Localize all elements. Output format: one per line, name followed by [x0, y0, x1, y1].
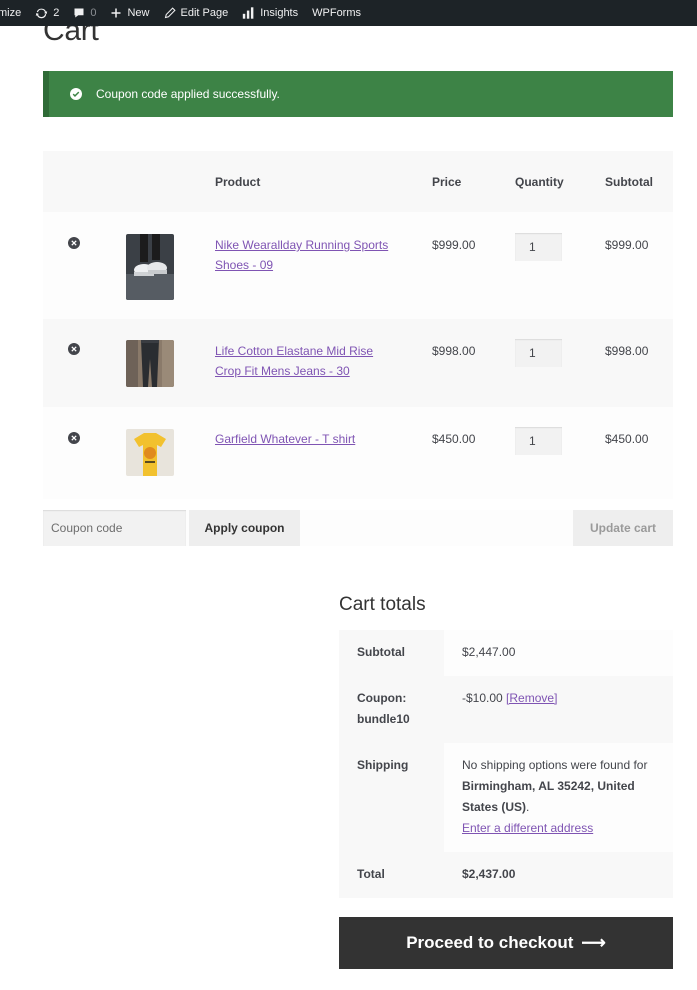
- product-link[interactable]: Life Cotton Elastane Mid Rise Crop Fit M…: [215, 341, 395, 381]
- coupon-label-prefix: Coupon:: [357, 691, 407, 705]
- comments-count: 0: [90, 7, 97, 19]
- item-subtotal: $450.00: [605, 432, 649, 446]
- total-value: $2,437.00: [444, 852, 673, 898]
- item-subtotal: $998.00: [605, 344, 649, 358]
- header-subtotal: Subtotal: [605, 175, 653, 189]
- coupon-value-cell: -$10.00 [Remove]: [444, 676, 673, 743]
- item-price: $450.00: [432, 432, 476, 446]
- item-price: $999.00: [432, 238, 476, 252]
- proceed-to-checkout-button[interactable]: Proceed to checkout ⟶: [339, 917, 673, 969]
- shipping-message: No shipping options were found for: [462, 758, 648, 772]
- header-quantity: Quantity: [515, 175, 564, 189]
- apply-coupon-button[interactable]: Apply coupon: [189, 510, 300, 546]
- remove-item-icon[interactable]: [68, 343, 80, 355]
- cart-totals-title: Cart totals: [339, 594, 426, 615]
- edit-page-label: Edit Page: [180, 7, 229, 19]
- updates-count: 2: [53, 7, 60, 19]
- totals-coupon-row: Coupon: bundle10 -$10.00 [Remove]: [339, 676, 673, 743]
- item-subtotal: $999.00: [605, 238, 649, 252]
- totals-total-row: Total $2,437.00: [339, 852, 673, 898]
- shipping-value-cell: No shipping options were found for Birmi…: [444, 743, 673, 852]
- bar-chart-icon: [243, 7, 254, 19]
- cart-item-row: Garfield Whatever - T shirt $450.00 $450…: [43, 407, 673, 499]
- notice-message: Coupon code applied successfully.: [96, 87, 280, 101]
- quantity-input[interactable]: [515, 427, 562, 455]
- cart-item-row: Nike Wearallday Running Sports Shoes - 0…: [43, 212, 673, 319]
- check-circle-icon: [70, 88, 82, 100]
- comment-icon: [74, 8, 84, 18]
- checkout-label: Proceed to checkout: [406, 933, 574, 952]
- product-thumbnail-shoes[interactable]: [126, 234, 174, 300]
- quantity-input[interactable]: [515, 233, 562, 261]
- totals-shipping-row: Shipping No shipping options were found …: [339, 743, 673, 852]
- insights-label: Insights: [260, 7, 299, 19]
- cart-table: Product Price Quantity Subtotal Nike Wea…: [43, 151, 673, 499]
- admin-bar-wpforms[interactable]: WPForms: [312, 7, 361, 19]
- subtotal-value: $2,447.00: [444, 630, 673, 676]
- shipping-address: Birmingham, AL 35242, United States (US): [462, 779, 635, 814]
- update-cart-button[interactable]: Update cart: [573, 510, 673, 546]
- product-thumbnail-jeans[interactable]: [126, 340, 174, 387]
- admin-bar-comments[interactable]: 0: [73, 7, 96, 19]
- quantity-input[interactable]: [515, 339, 562, 367]
- success-notice: Coupon code applied successfully.: [43, 71, 673, 117]
- cart-actions: Apply coupon Update cart: [43, 510, 673, 546]
- remove-coupon-link[interactable]: [Remove]: [506, 691, 557, 705]
- totals-subtotal-row: Subtotal $2,447.00: [339, 630, 673, 676]
- admin-bar: mize 2 0 New Edit Page Insights WPForms: [0, 0, 697, 26]
- coupon-discount: -$10.00: [462, 691, 503, 705]
- product-thumbnail-tshirt[interactable]: [126, 429, 174, 476]
- cart-table-header: Product Price Quantity Subtotal: [43, 151, 673, 212]
- total-label: Total: [339, 852, 444, 898]
- product-link[interactable]: Garfield Whatever - T shirt: [215, 429, 395, 449]
- item-price: $998.00: [432, 344, 476, 358]
- remove-item-icon[interactable]: [68, 237, 80, 249]
- customize-label: mize: [0, 7, 22, 19]
- cart-totals-table: Subtotal $2,447.00 Coupon: bundle10 -$10…: [339, 630, 673, 898]
- cart-item-row: Life Cotton Elastane Mid Rise Crop Fit M…: [43, 319, 673, 407]
- plus-icon: [111, 8, 121, 18]
- admin-bar-updates[interactable]: 2: [35, 7, 59, 20]
- admin-bar-insights[interactable]: Insights: [242, 7, 298, 19]
- admin-bar-edit-page[interactable]: Edit Page: [164, 7, 229, 19]
- subtotal-label: Subtotal: [339, 630, 444, 676]
- product-link[interactable]: Nike Wearallday Running Sports Shoes - 0…: [215, 235, 395, 275]
- header-product: Product: [215, 175, 261, 189]
- admin-bar-customize[interactable]: mize: [0, 7, 21, 19]
- coupon-label: Coupon: bundle10: [339, 676, 444, 743]
- pencil-icon: [164, 7, 176, 19]
- shipping-period: .: [526, 800, 530, 814]
- admin-bar-new[interactable]: New: [110, 7, 150, 19]
- remove-item-icon[interactable]: [68, 432, 80, 444]
- updates-icon: [36, 8, 48, 18]
- new-label: New: [127, 7, 150, 19]
- change-address-link[interactable]: Enter a different address: [462, 821, 593, 835]
- coupon-code-name: bundle10: [357, 712, 410, 726]
- coupon-code-input[interactable]: [43, 510, 186, 546]
- arrow-right-icon: ⟶: [581, 933, 606, 952]
- wpforms-label: WPForms: [312, 7, 362, 19]
- shipping-label: Shipping: [339, 743, 444, 852]
- header-price: Price: [432, 175, 462, 189]
